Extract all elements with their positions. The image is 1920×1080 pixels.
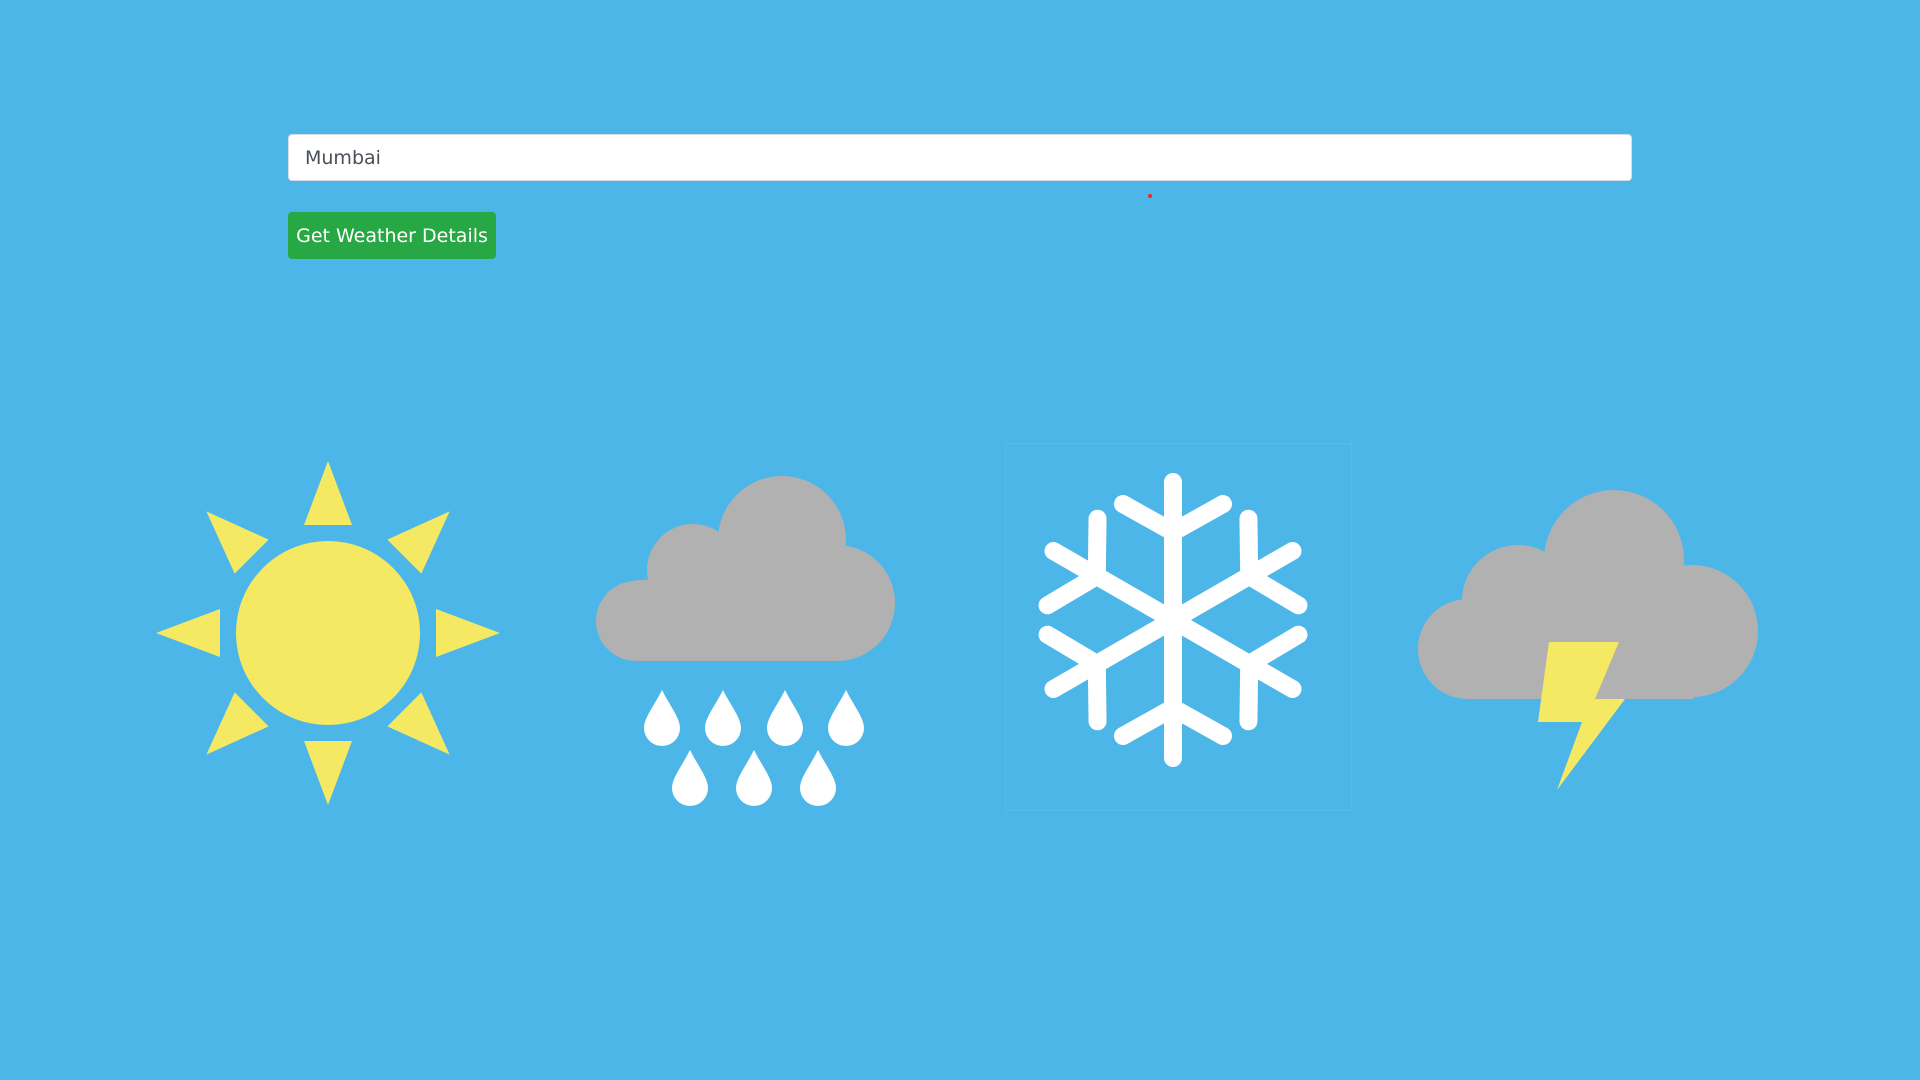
get-weather-details-button[interactable]: Get Weather Details bbox=[288, 212, 496, 259]
sun-icon bbox=[156, 461, 500, 805]
snowflake-icon bbox=[1035, 473, 1315, 770]
rain-cloud-icon bbox=[596, 476, 895, 806]
red-dot-marker bbox=[1148, 194, 1152, 198]
thunderstorm-icon bbox=[1418, 490, 1758, 790]
city-search-input[interactable] bbox=[288, 134, 1632, 181]
